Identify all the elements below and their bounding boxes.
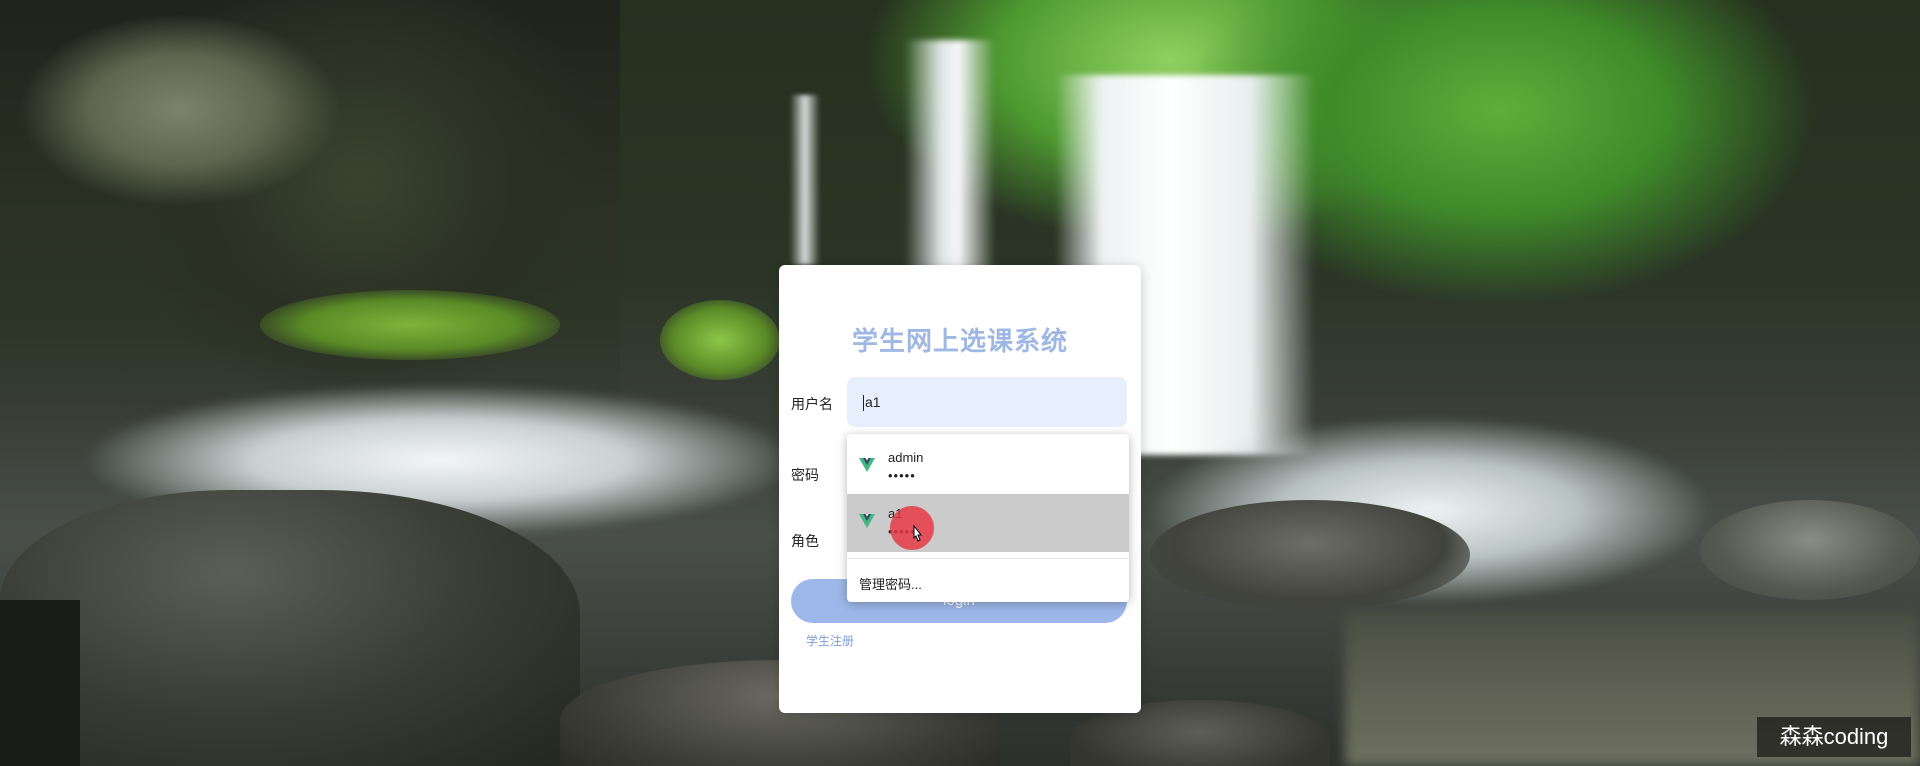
text-caret [863, 395, 864, 412]
role-label: 角色 [791, 533, 819, 549]
boulder [0, 490, 580, 766]
boulder [1700, 500, 1920, 600]
vue-logo-icon [859, 458, 875, 472]
waterfall-stream [790, 95, 820, 265]
saved-password-mask: ••••• [888, 468, 916, 483]
username-value: a1 [865, 394, 881, 410]
student-register-link[interactable]: 学生注册 [806, 632, 854, 649]
waterfall-stream [905, 40, 995, 270]
username-input[interactable]: a1 [847, 377, 1127, 427]
saved-username: admin [888, 450, 924, 465]
saved-credential-a1[interactable]: a1 ••••• [847, 494, 1129, 552]
shadow-area [0, 600, 80, 766]
autofill-dropdown: admin ••••• a1 ••••• 管理密码... [847, 434, 1129, 602]
watermark: 森森coding [1757, 717, 1911, 757]
page-title: 学生网上选课系统 [851, 326, 1068, 356]
vue-logo-icon [859, 514, 875, 528]
saved-credential-admin[interactable]: admin ••••• [847, 438, 1129, 496]
dropdown-divider [847, 558, 1129, 559]
password-label: 密码 [791, 467, 819, 483]
manage-passwords-item[interactable]: 管理密码... [859, 574, 922, 593]
boulder [1150, 500, 1470, 610]
username-label: 用户名 [791, 396, 833, 412]
mouse-cursor-icon [913, 524, 923, 542]
